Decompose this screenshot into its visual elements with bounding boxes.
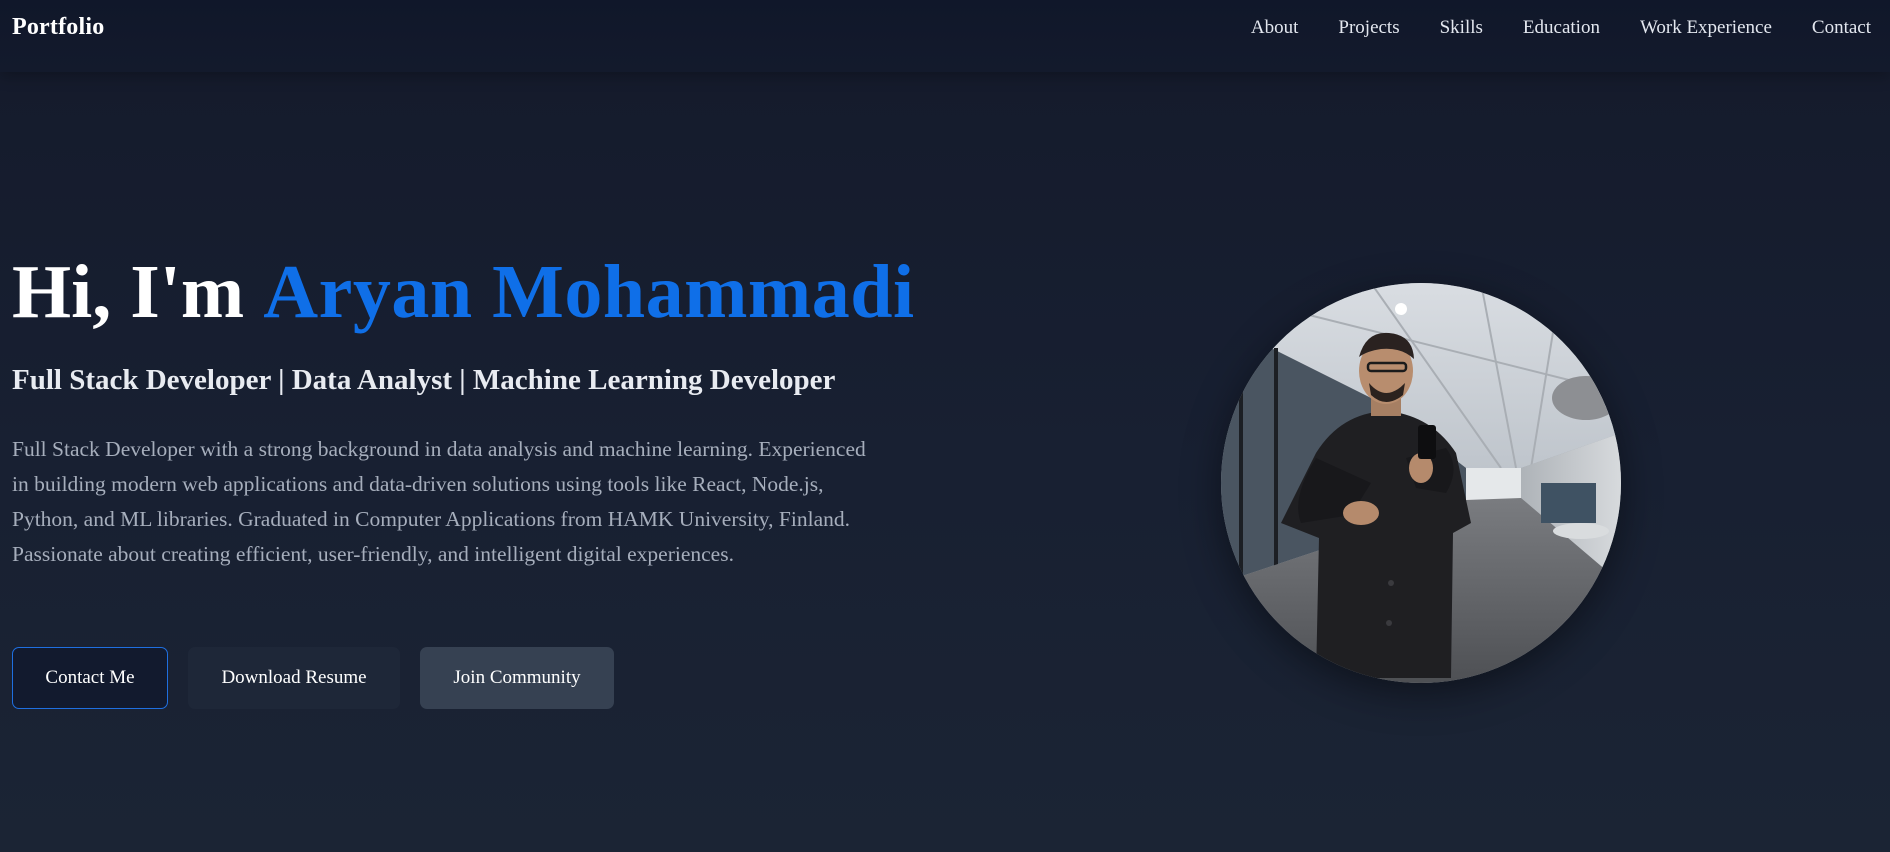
nav-link-about[interactable]: About (1251, 17, 1299, 38)
hero-name: Aryan Mohammadi (263, 250, 915, 334)
profile-photo-illustration (1221, 283, 1621, 683)
nav-item-skills: Skills (1440, 17, 1483, 39)
navbar: Portfolio About Projects Skills Educatio… (0, 0, 1890, 72)
hero-description: Full Stack Developer with a strong backg… (12, 437, 866, 566)
nav-item-education: Education (1523, 17, 1600, 39)
nav-link-projects[interactable]: Projects (1338, 17, 1399, 38)
hero-subtitle: Full Stack Developer | Data Analyst | Ma… (12, 364, 836, 396)
brand-logo[interactable]: Portfolio (12, 14, 104, 41)
hero-actions: Contact Me Download Resume Join Communit… (12, 647, 614, 709)
nav-links: About Projects Skills Education Work Exp… (1251, 17, 1871, 39)
nav-link-education[interactable]: Education (1523, 17, 1600, 38)
download-resume-button[interactable]: Download Resume (188, 647, 400, 709)
nav-link-work-experience[interactable]: Work Experience (1640, 17, 1772, 38)
nav-link-skills[interactable]: Skills (1440, 17, 1483, 38)
contact-me-button[interactable]: Contact Me (12, 647, 168, 709)
nav-item-about: About (1251, 17, 1299, 39)
hero-title: Hi, I'm Aryan Mohammadi (12, 254, 915, 330)
join-community-button[interactable]: Join Community (420, 647, 614, 709)
nav-item-projects: Projects (1338, 17, 1399, 39)
nav-item-contact: Contact (1812, 17, 1871, 39)
hero-greeting: Hi, I'm (12, 250, 245, 334)
nav-item-work-experience: Work Experience (1640, 17, 1772, 39)
nav-link-contact[interactable]: Contact (1812, 17, 1871, 38)
profile-photo (1221, 283, 1621, 683)
